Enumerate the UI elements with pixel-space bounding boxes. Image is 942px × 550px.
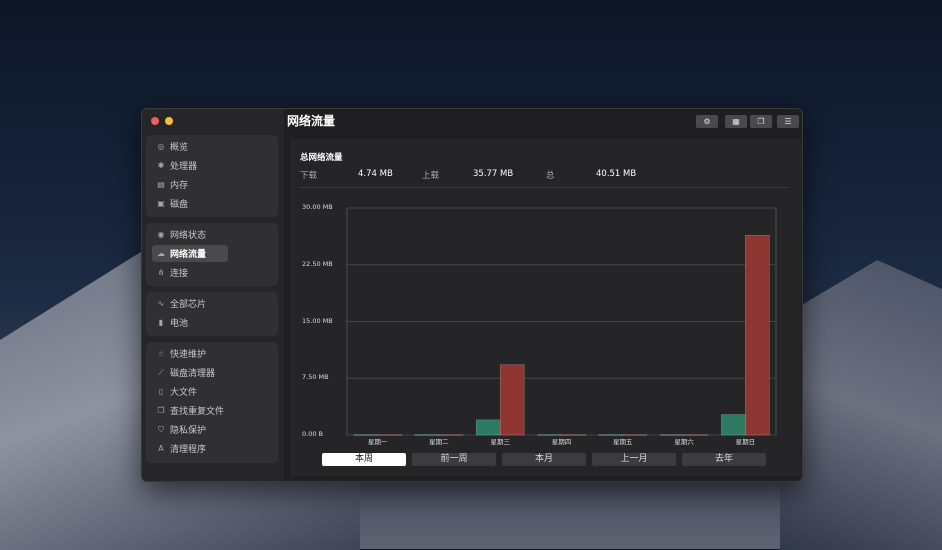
broom-icon: ⟋ — [158, 367, 164, 377]
sidebar-item-label: 磁盘 — [170, 200, 189, 210]
bar — [683, 434, 709, 436]
sidebar-item-label: 隐私保护 — [170, 426, 207, 436]
sidebar-item-label: 全部芯片 — [170, 300, 207, 310]
grid-view-icon: ▦ — [732, 117, 740, 126]
x-tick-label: 星期一 — [368, 438, 388, 446]
sidebar-item[interactable]: ☝ 快速维护 — [152, 345, 228, 362]
period-tab[interactable]: 上一月 — [592, 453, 676, 466]
toolbar-button[interactable]: ▦ — [725, 115, 747, 128]
sidebar-item[interactable]: ◎ 概览 — [152, 138, 228, 155]
wallpaper-dune-right — [780, 260, 942, 550]
traffic-bar-chart: 星期一 星期二 星期三 星期四 星期五 星期六 星期日 — [346, 207, 777, 446]
minimize-button[interactable] — [165, 117, 173, 125]
document-icon: ▯ — [158, 387, 164, 396]
sidebar-item-label: 清理程序 — [170, 445, 207, 455]
sidebar-item-label: 磁盘清理器 — [170, 369, 216, 379]
x-tick-label: 星期三 — [490, 438, 510, 446]
hand-icon: ☝ — [158, 349, 164, 358]
close-button[interactable] — [151, 117, 159, 125]
period-tab[interactable]: 本周 — [322, 453, 406, 466]
sidebar-group: ∿ 全部芯片 ▮ 电池 — [146, 292, 278, 336]
shield-icon: ⛉ — [158, 424, 164, 434]
x-tick-label: 星期日 — [736, 438, 756, 446]
sidebar-item[interactable]: ▮ 电池 — [152, 314, 228, 331]
toolbar-button[interactable]: ☰ — [777, 115, 799, 128]
bar — [353, 434, 378, 436]
sidebar-item[interactable]: ✱ 处理器 — [152, 157, 228, 174]
sidebar-item[interactable]: ⛉ 隐私保护 — [152, 421, 228, 438]
duplicate-icon: ❐ — [157, 406, 165, 415]
page-title: 网络流量 — [287, 114, 336, 128]
x-tick-label: 星期五 — [613, 438, 633, 446]
sidebar-item[interactable]: ▤ 内存 — [152, 176, 228, 193]
sidebar-item-label: 查找重复文件 — [170, 407, 225, 417]
copy-icon: ❐ — [757, 117, 765, 126]
sidebar-group: ◎ 概览 ✱ 处理器 ▤ 内存 ▣ 磁盘 — [146, 135, 278, 217]
app-window: ◎ 概览 ✱ 处理器 ▤ 内存 ▣ 磁盘 ◉ 网络状态 ☁ 网络流量 ⋔ 连接 ∿ 全部芯片 ▮ 电池 ☝ 快速维护 ⟋… — [141, 108, 803, 482]
sidebar-item-label: 连接 — [170, 269, 189, 279]
toolbar-button[interactable]: ⚙ — [696, 115, 718, 128]
period-tab[interactable]: 去年 — [682, 453, 766, 466]
disk-icon: ▣ — [157, 199, 165, 208]
sidebar-item-label: 概览 — [170, 143, 189, 153]
bar — [499, 364, 525, 436]
period-tab[interactable]: 本月 — [502, 453, 586, 466]
settings-icon: ⚙ — [703, 117, 711, 126]
bar — [475, 419, 501, 436]
bar — [598, 434, 624, 436]
bar — [377, 434, 402, 436]
bar — [561, 434, 586, 436]
bar — [438, 434, 464, 436]
network-tree-icon: ⋔ — [157, 268, 165, 277]
sidebar-item-label: 大文件 — [170, 388, 198, 398]
sidebar-item[interactable]: ⋔ 连接 — [152, 264, 228, 281]
sidebar-item-label: 内存 — [170, 181, 189, 191]
pulse-icon: ∿ — [157, 299, 165, 308]
sidebar-item[interactable]: ☁ 网络流量 — [152, 245, 228, 262]
app-icon: A — [158, 444, 164, 453]
sidebar-item[interactable]: ◉ 网络状态 — [152, 226, 228, 243]
bar — [414, 434, 440, 436]
traffic-panel: 总网络流量 下载 4.74 MB 上载 35.77 MB 总 40.51 MB … — [290, 139, 801, 476]
main-content: 网络流量 ⚙ ▦ ❐ ☰ 总网络流量 下载 4.74 MB 上载 35.77 MB 总… — [284, 109, 802, 481]
bar — [659, 434, 685, 436]
sidebar-item[interactable]: A 清理程序 — [152, 440, 228, 457]
sidebar-item[interactable]: ▣ 磁盘 — [152, 195, 228, 212]
sidebar-item[interactable]: ▯ 大文件 — [152, 383, 228, 400]
bar — [537, 434, 562, 436]
globe-icon: ◉ — [157, 230, 165, 239]
sidebar-item[interactable]: ⟋ 磁盘清理器 — [152, 364, 228, 381]
x-tick-label: 星期六 — [674, 437, 694, 446]
cloud-icon: ☁ — [157, 249, 165, 258]
bar — [622, 434, 648, 436]
bar — [721, 414, 746, 436]
sidebar: ◎ 概览 ✱ 处理器 ▤ 内存 ▣ 磁盘 ◉ 网络状态 ☁ 网络流量 ⋔ 连接 ∿ 全部芯片 ▮ 电池 ☝ 快速维护 ⟋… — [142, 109, 284, 481]
sidebar-group: ◉ 网络状态 ☁ 网络流量 ⋔ 连接 — [146, 223, 278, 286]
sidebar-item-label: 电池 — [170, 319, 189, 329]
battery-icon: ▮ — [158, 318, 164, 327]
sidebar-item-label: 处理器 — [170, 162, 198, 172]
sidebar-item[interactable]: ∿ 全部芯片 — [152, 295, 228, 312]
gauge-icon: ◎ — [157, 142, 165, 151]
memory-icon: ▤ — [157, 180, 165, 189]
sidebar-item[interactable]: ❐ 查找重复文件 — [152, 402, 228, 419]
period-tab[interactable]: 前一周 — [412, 453, 496, 466]
x-tick-label: 星期二 — [429, 438, 449, 446]
list-view-icon: ☰ — [784, 117, 792, 126]
sidebar-item-label: 网络状态 — [170, 231, 207, 241]
cpu-icon: ✱ — [157, 161, 165, 170]
bar — [745, 234, 770, 436]
sidebar-item-label: 网络流量 — [170, 250, 207, 260]
sidebar-item-label: 快速维护 — [170, 350, 207, 360]
toolbar-button[interactable]: ❐ — [750, 115, 772, 128]
x-tick-label: 星期四 — [552, 438, 572, 446]
sidebar-group: ☝ 快速维护 ⟋ 磁盘清理器 ▯ 大文件 ❐ 查找重复文件 ⛉ 隐私保护 A 清理程序 — [146, 342, 278, 463]
